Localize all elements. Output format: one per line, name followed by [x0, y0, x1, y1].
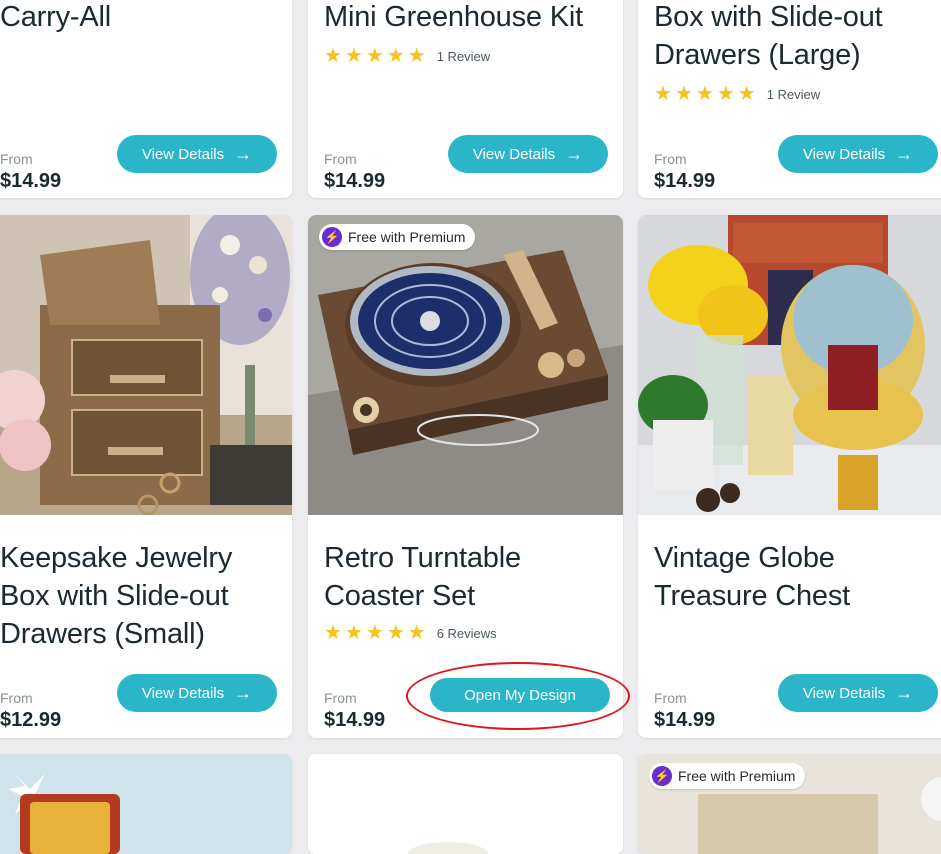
star-icon: ★ — [344, 45, 363, 67]
star-icon: ★ — [365, 622, 384, 644]
product-card[interactable]: ⚡ Free with Premium — [638, 754, 941, 854]
product-image[interactable] — [0, 754, 292, 854]
product-image[interactable] — [308, 215, 623, 515]
star-icon: ★ — [386, 622, 405, 644]
price-from-label: From — [654, 690, 687, 706]
view-details-button[interactable]: View Details → — [778, 674, 938, 712]
product-card[interactable]: Carry-All From $14.99 View Details → — [0, 0, 292, 198]
rating: ★ ★ ★ ★ ★ 1 Review — [324, 46, 490, 66]
product-card[interactable]: Keepsake Jewelry Box with Slide-out Drawer… — [0, 215, 292, 738]
product-card[interactable] — [0, 754, 292, 854]
view-details-button[interactable]: View Details → — [448, 135, 608, 173]
product-title[interactable]: Mini Greenhouse Kit — [324, 0, 615, 36]
price-from-label: From — [324, 690, 357, 706]
price-from-label: From — [654, 151, 687, 167]
lightning-bolt-icon: ⚡ — [322, 227, 342, 247]
arrow-right-icon: → — [895, 683, 914, 703]
price: $14.99 — [324, 709, 386, 731]
product-card[interactable] — [308, 754, 623, 854]
product-title[interactable]: Keepsake Jewelry Box with Slide-out Drawer… — [0, 539, 284, 653]
star-icon: ★ — [407, 45, 426, 67]
star-icon: ★ — [365, 45, 384, 67]
premium-badge: ⚡ Free with Premium — [649, 763, 806, 789]
arrow-right-icon: → — [234, 683, 253, 703]
product-title[interactable]: Vintage Globe Treasure Chest — [654, 539, 941, 615]
product-image[interactable] — [0, 215, 292, 515]
badge-label: Free with Premium — [348, 229, 466, 245]
product-image[interactable] — [638, 215, 941, 515]
view-details-button[interactable]: View Details → — [778, 135, 938, 173]
star-icon: ★ — [716, 83, 735, 105]
review-count[interactable]: 1 Review — [437, 49, 490, 64]
open-my-design-button[interactable]: Open My Design — [430, 678, 610, 712]
arrow-right-icon: → — [234, 144, 253, 164]
star-icon: ★ — [737, 83, 756, 105]
view-details-button[interactable]: View Details → — [117, 674, 277, 712]
view-details-button[interactable]: View Details → — [117, 135, 277, 173]
product-card[interactable]: Box with Slide-out Drawers (Large) ★ ★ ★ ★ ★ … — [638, 0, 941, 198]
arrow-right-icon: → — [565, 144, 584, 164]
price-from-label: From — [324, 151, 357, 167]
review-count[interactable]: 6 Reviews — [437, 626, 497, 641]
star-icon: ★ — [324, 622, 342, 644]
product-card[interactable]: Vintage Globe Treasure Chest From $14.99 … — [638, 215, 941, 738]
price: $14.99 — [0, 170, 62, 192]
product-card[interactable]: Mini Greenhouse Kit ★ ★ ★ ★ ★ 1 Review From … — [308, 0, 623, 198]
product-image[interactable] — [308, 754, 623, 854]
lightning-bolt-icon: ⚡ — [652, 766, 672, 786]
rating: ★ ★ ★ ★ ★ 6 Reviews — [324, 623, 497, 643]
premium-badge: ⚡ Free with Premium — [319, 224, 476, 250]
arrow-right-icon: → — [895, 144, 914, 164]
star-icon: ★ — [654, 83, 672, 105]
product-title[interactable]: Box with Slide-out Drawers (Large) — [654, 0, 941, 74]
price: $14.99 — [654, 709, 716, 731]
star-icon: ★ — [674, 83, 693, 105]
star-icon: ★ — [324, 45, 342, 67]
product-title[interactable]: Retro Turntable Coaster Set — [324, 539, 615, 615]
product-card[interactable]: ⚡ Free with Premium Retro Turntable Coast… — [308, 215, 623, 738]
review-count[interactable]: 1 Review — [767, 87, 820, 102]
star-icon: ★ — [407, 622, 426, 644]
badge-label: Free with Premium — [678, 768, 796, 784]
star-icon: ★ — [344, 622, 363, 644]
price: $14.99 — [654, 170, 716, 192]
price: $14.99 — [324, 170, 386, 192]
rating: ★ ★ ★ ★ ★ 1 Review — [654, 84, 820, 104]
price: $12.99 — [0, 709, 62, 731]
product-title[interactable]: Carry-All — [0, 0, 284, 36]
price-from-label: From — [0, 151, 33, 167]
star-icon: ★ — [386, 45, 405, 67]
star-icon: ★ — [695, 83, 714, 105]
price-from-label: From — [0, 690, 33, 706]
